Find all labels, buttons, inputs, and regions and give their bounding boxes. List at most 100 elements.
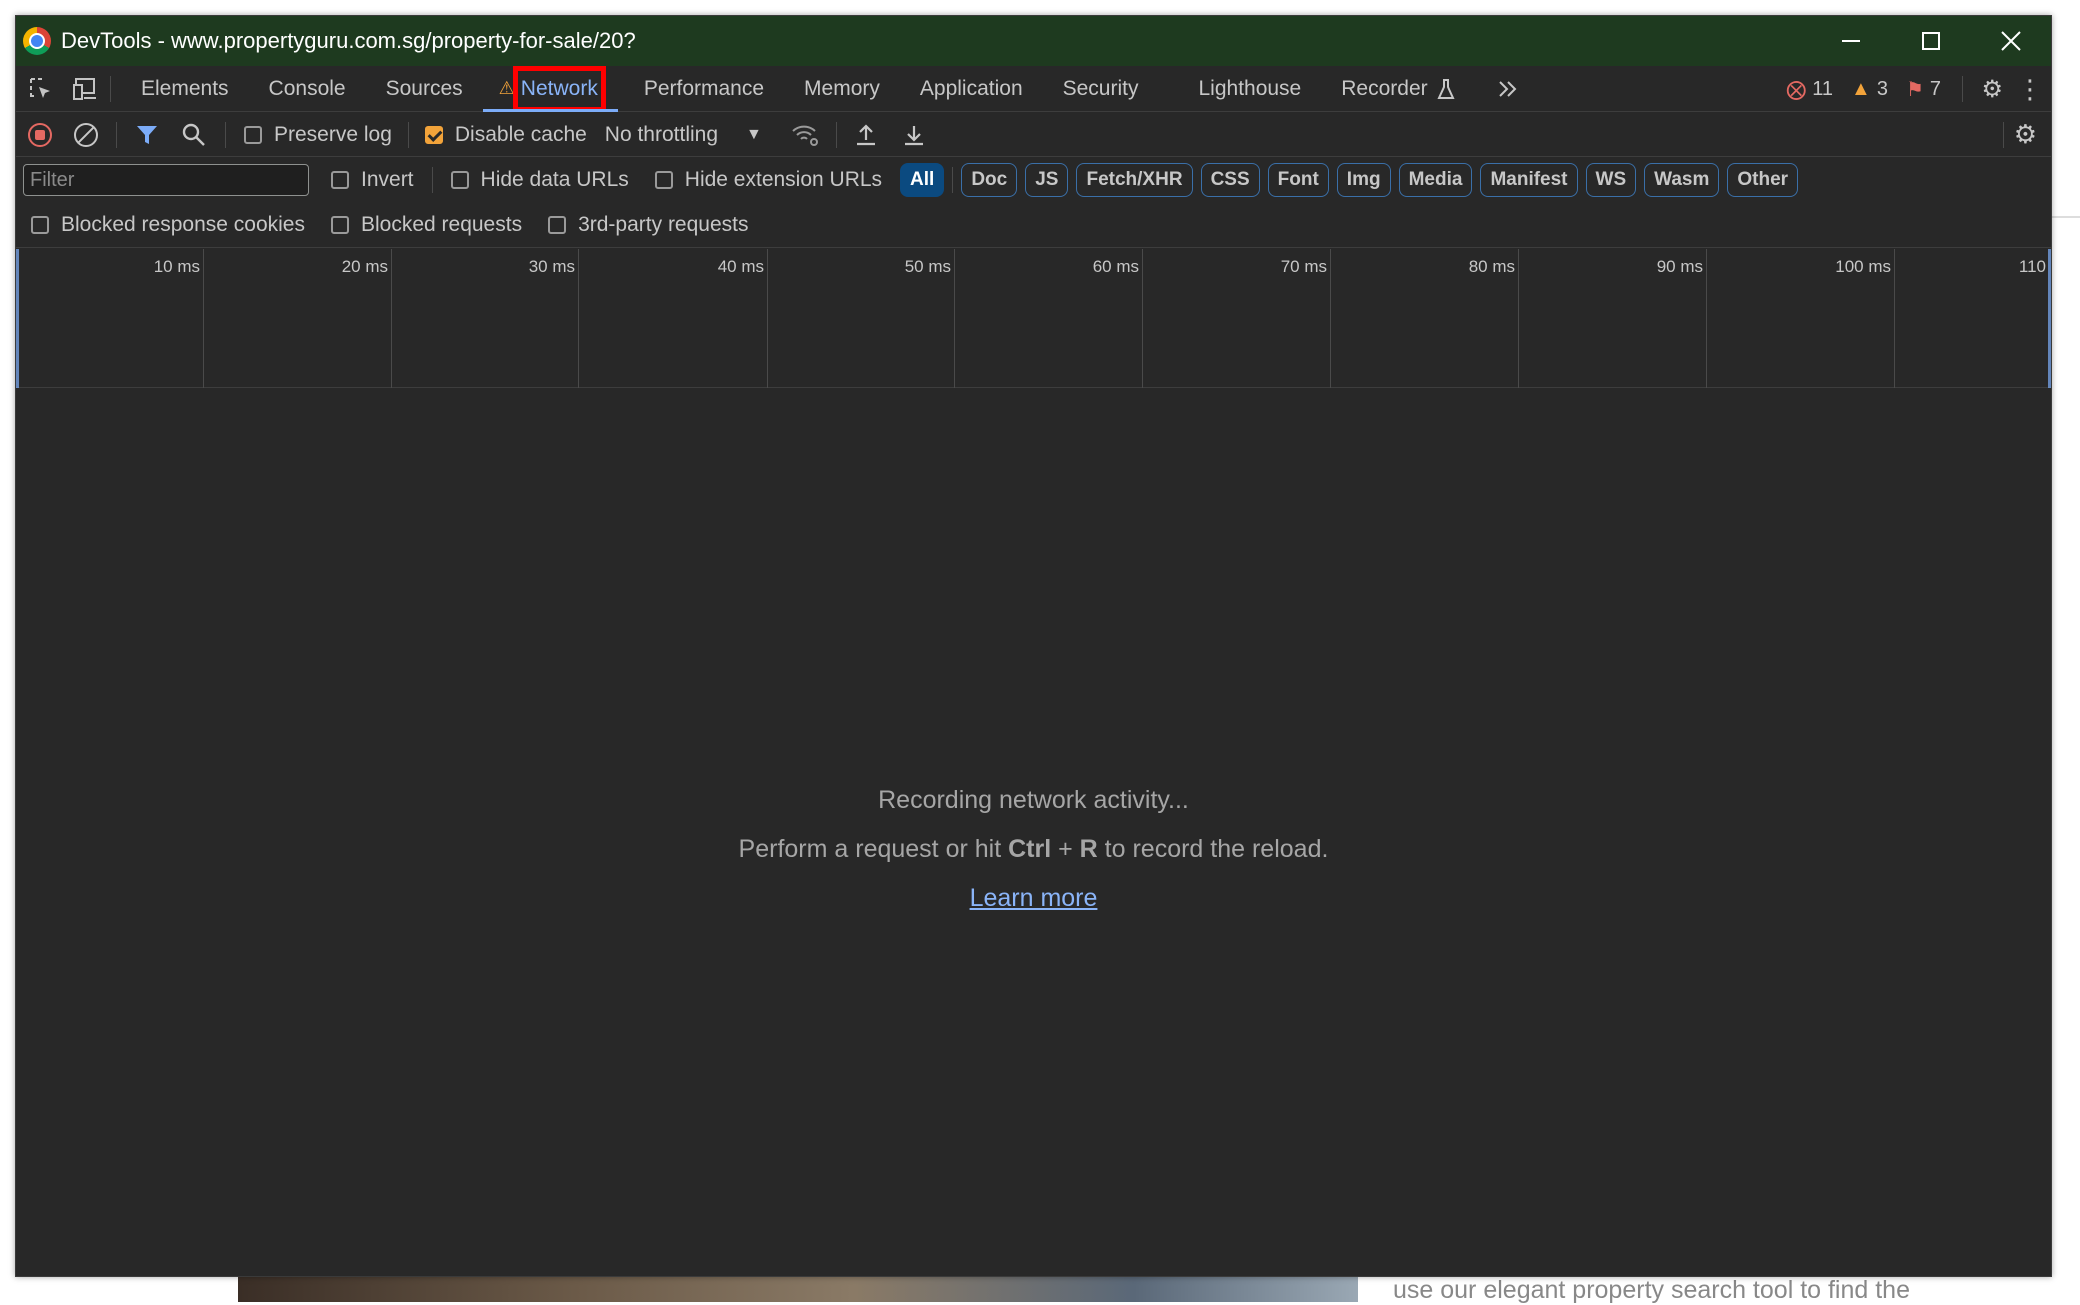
throttling-select[interactable]: No throttling ▼ [605,123,762,147]
timeline-tick: 40 ms [718,249,768,388]
filter-funnel-icon[interactable] [135,123,159,147]
status-counts[interactable]: ⨂ 11 ▲ 3 ⚑ 7 [1786,66,1941,112]
toolbar-divider [952,167,954,193]
tab-elements-label: Elements [141,76,229,100]
more-options-icon[interactable]: ⋮ [2017,74,2043,105]
timeline-right-handle[interactable] [2048,249,2051,388]
chip-wasm[interactable]: Wasm [1644,163,1720,197]
timeline-left-handle[interactable] [16,249,19,388]
tab-network[interactable]: ⚠ Network [482,65,619,112]
learn-more-link[interactable]: Learn more [970,884,1098,912]
chip-css[interactable]: CSS [1200,163,1260,197]
chip-js[interactable]: JS [1025,163,1069,197]
filter-input[interactable] [23,164,309,196]
blocked-requests-checkbox[interactable]: Blocked requests [330,212,523,237]
window-controls [1811,16,2051,66]
third-party-requests-checkbox[interactable]: 3rd-party requests [548,212,749,237]
error-icon: ⨂ [1786,78,1807,101]
chevron-double-right-icon [1498,80,1517,97]
invert-box[interactable] [331,171,349,189]
blocked-response-cookies-box[interactable] [31,215,49,234]
chip-doc[interactable]: Doc [961,163,1018,197]
hint-key-r: R [1079,835,1098,863]
flask-icon [1437,78,1455,99]
tab-elements[interactable]: Elements [121,66,249,112]
dropdown-arrow-icon: ▼ [746,125,762,143]
third-party-requests-box[interactable] [548,215,567,234]
tab-network-label: Network [512,65,606,112]
toolbar-divider [835,121,837,148]
network-overview-timeline[interactable]: 10 ms 20 ms 30 ms 40 ms 50 ms 60 ms 70 m… [16,249,2051,388]
clear-button[interactable] [74,122,98,147]
tab-console[interactable]: Console [249,66,366,112]
import-har-icon[interactable] [853,122,879,148]
issue-count[interactable]: ⚑ 7 [1906,77,1941,102]
devtools-window: DevTools - www.propertyguru.com.sg/prope… [15,15,2052,1277]
search-icon[interactable] [181,122,207,148]
chip-font[interactable]: Font [1267,163,1329,197]
tab-performance[interactable]: Performance [618,66,784,112]
hide-extension-urls-checkbox[interactable]: Hide extension URLs [654,168,882,192]
blocked-requests-box[interactable] [330,215,349,234]
timeline-tick-label: 90 ms [1656,257,1703,276]
background-divider [2052,216,2080,218]
network-conditions-icon[interactable] [790,122,820,148]
invert-checkbox[interactable]: Invert [331,168,414,192]
third-party-requests-label: 3rd-party requests [578,212,749,236]
tab-console-label: Console [268,76,346,100]
chip-img[interactable]: Img [1336,163,1391,197]
device-toolbar-icon[interactable] [70,74,100,104]
timeline-tick: 100 ms [1835,249,1895,388]
preserve-log-box[interactable] [244,125,262,144]
hide-extension-urls-box[interactable] [654,171,673,189]
chip-fetch-xhr[interactable]: Fetch/XHR [1076,163,1193,197]
more-tabs-button[interactable] [1476,66,1540,112]
toolbar-divider [431,167,433,193]
issue-flag-icon: ⚑ [1905,78,1924,101]
tab-application[interactable]: Application [900,66,1043,112]
inspect-element-icon[interactable] [26,74,56,104]
chip-ws[interactable]: WS [1585,163,1637,197]
maximize-icon [1922,32,1940,50]
settings-gear-icon[interactable]: ⚙ [1981,75,2003,104]
preserve-log-label: Preserve log [274,122,392,146]
chip-all[interactable]: All [900,163,945,197]
error-count[interactable]: ⨂ 11 [1786,77,1833,102]
preserve-log-checkbox[interactable]: Preserve log [244,123,392,147]
warning-count[interactable]: ▲ 3 [1851,78,1888,101]
timeline-tick-label: 50 ms [904,257,951,276]
tab-recorder[interactable]: Recorder [1321,66,1475,112]
hide-data-urls-box[interactable] [450,171,469,189]
chip-media[interactable]: Media [1398,163,1473,197]
export-har-icon[interactable] [901,122,927,148]
toolbar-divider [1962,76,1964,102]
minimize-icon [1842,40,1860,42]
timeline-tick: 70 ms [1281,249,1331,388]
toolbar-divider [116,121,117,148]
blocked-response-cookies-checkbox[interactable]: Blocked response cookies [31,213,305,237]
chip-manifest[interactable]: Manifest [1480,163,1578,197]
timeline-tick-label: 80 ms [1468,257,1515,276]
tab-lighthouse[interactable]: Lighthouse [1178,66,1321,112]
timeline-tick-label: 110 [2018,257,2046,276]
maximize-button[interactable] [1891,16,1971,66]
disable-cache-box[interactable] [424,125,443,144]
hide-data-urls-checkbox[interactable]: Hide data URLs [450,168,629,192]
tab-security-label: Security [1062,76,1139,100]
tab-sources[interactable]: Sources [366,66,483,112]
timeline-tick: 90 ms [1657,249,1707,388]
tab-memory[interactable]: Memory [784,66,900,112]
close-button[interactable] [1971,16,2051,66]
disable-cache-checkbox[interactable]: Disable cache [424,123,587,147]
hint-suffix: to record the reload. [1097,835,1329,863]
warning-icon: ▲ [1851,77,1871,100]
tab-security[interactable]: Security [1043,66,1179,112]
tab-performance-label: Performance [643,76,765,100]
stop-recording-button[interactable] [28,122,52,147]
timeline-tick-label: 30 ms [528,257,575,276]
minimize-button[interactable] [1811,16,1891,66]
chip-other[interactable]: Other [1727,163,1799,197]
network-settings-gear-icon[interactable]: ⚙ [2014,119,2037,150]
tab-lighthouse-label: Lighthouse [1198,76,1302,100]
blocked-requests-label: Blocked requests [360,212,523,236]
